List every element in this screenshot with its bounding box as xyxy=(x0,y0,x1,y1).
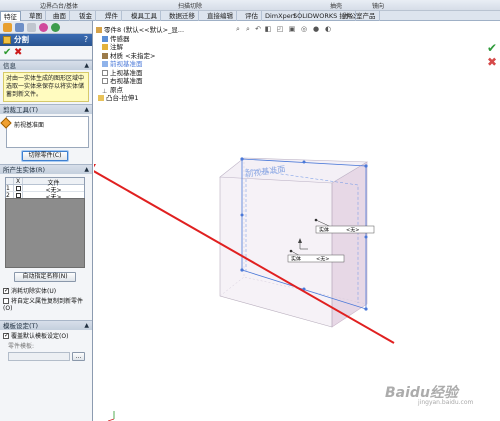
display-style-icon[interactable]: ▣ xyxy=(288,25,296,33)
tab-features[interactable]: 特征 xyxy=(0,11,21,21)
appearance-icon[interactable]: ● xyxy=(312,25,320,33)
consume-checkbox[interactable] xyxy=(3,287,9,294)
trim-tool-item[interactable]: 前视基准面 xyxy=(14,120,44,129)
cancel-button[interactable]: ✖ xyxy=(14,47,22,58)
propagate-label: 将自定义属性复制到新零件(O) xyxy=(3,298,84,312)
split-feature-icon xyxy=(3,36,11,44)
property-manager: 分割 ? ✔ ✖ 信息 ▲ 对由一实体生成的图形区域中选取一实体来保存以将实体储… xyxy=(0,21,93,421)
tab-office[interactable]: 办公室产品 xyxy=(340,11,380,21)
row-checkbox[interactable] xyxy=(15,186,21,191)
trim-tools-selection-box[interactable]: 前视基准面 xyxy=(0,116,89,148)
zoom-to-fit-icon[interactable]: ⌕ xyxy=(234,25,242,33)
tab-sheetmetal[interactable]: 钣金 xyxy=(76,11,96,21)
confirm-row: ✔ ✖ xyxy=(0,46,92,60)
table-row[interactable]: 1 <无> xyxy=(6,185,84,194)
auto-assign-name-button[interactable]: 自动指定名称(N) xyxy=(14,272,76,282)
ribbon-item-shell[interactable]: 抽壳 xyxy=(330,1,342,10)
ribbon-item-sweep-cut[interactable]: 扫描切除 xyxy=(178,1,202,10)
trim-tools-group-header[interactable]: 剪裁工具(T) ▲ xyxy=(0,104,92,114)
template-group-header[interactable]: 模板设定(T) ▲ xyxy=(0,320,92,330)
tab-data-migration[interactable]: 数据迁移 xyxy=(166,11,199,21)
tree-item-sensors[interactable]: 传感器 xyxy=(96,33,206,43)
callout-1-label: 实体 xyxy=(319,227,329,234)
consume-label: 消耗切除实体(U) xyxy=(11,288,57,295)
plane-selection-icon xyxy=(0,117,12,129)
collapse-icon[interactable]: ▲ xyxy=(84,105,89,115)
callout-2-label: 实体 xyxy=(291,256,301,263)
override-template-option[interactable]: 覆盖默认模板设定(O) xyxy=(3,332,69,340)
ok-button[interactable]: ✔ xyxy=(3,47,11,58)
message-group-title: 信息 xyxy=(3,62,16,70)
trim-tools-group-title: 剪裁工具(T) xyxy=(3,106,39,114)
tree-item-material[interactable]: 材质 <未指定> xyxy=(96,50,206,60)
tree-item-front-plane[interactable]: 前视基准面 xyxy=(96,58,206,68)
extrude-icon xyxy=(98,95,104,101)
panel-title-bar: 分割 ? xyxy=(0,34,92,46)
previous-view-icon[interactable]: ↶ xyxy=(254,25,262,33)
zoom-area-icon[interactable]: ⌕ xyxy=(244,25,252,33)
resulting-bodies-group-header[interactable]: 所产生实体(R) ▲ xyxy=(0,164,92,174)
message-box: 对由一实体生成的图形区域中选取一实体来保存以将实体储蓄到新文件。 xyxy=(3,72,89,102)
hide-show-icon[interactable]: ◎ xyxy=(300,25,308,33)
manager-tabs xyxy=(0,21,92,34)
ribbon-item-mirror[interactable]: 镜向 xyxy=(372,1,384,10)
tab-mold-tools[interactable]: 模具工具 xyxy=(128,11,161,21)
cut-part-button[interactable]: 切除零件(C) xyxy=(22,151,68,161)
property-manager-tab-icon[interactable] xyxy=(15,23,24,32)
display-manager-tab-icon[interactable] xyxy=(51,23,60,32)
propagate-properties-option[interactable]: 将自定义属性复制到新零件(O) xyxy=(3,298,91,312)
callout-1-value: <无> xyxy=(346,228,359,234)
help-icon[interactable]: ? xyxy=(84,34,88,46)
bodies-table: X 文件 1 <无> 2 <无> xyxy=(5,177,85,201)
tree-item-right-plane[interactable]: 右视基准面 xyxy=(96,75,206,85)
confirm-corner-check-icon[interactable]: ✔ xyxy=(487,41,497,55)
panel-title: 分割 xyxy=(14,35,29,44)
tree-item-origin[interactable]: ⊥ 原点 xyxy=(96,84,206,95)
right-panel-strip: ✔ ✖ xyxy=(485,21,500,101)
part-template-field[interactable] xyxy=(8,352,70,361)
configuration-manager-tab-icon[interactable] xyxy=(27,23,36,32)
tree-item-top-plane[interactable]: 上视基准面 xyxy=(96,67,206,77)
dimxpert-tab-icon[interactable] xyxy=(39,23,48,32)
feature-tree: 零件8 (默认<<默认>_显... 传感器 注解 材质 <未指定> 前视基准面 … xyxy=(96,24,206,102)
confirm-corner-cancel-icon[interactable]: ✖ xyxy=(487,55,497,69)
cube-side-face[interactable] xyxy=(331,161,368,328)
scene-icon[interactable]: ◐ xyxy=(324,25,332,33)
view-orientation-icon[interactable]: ◰ xyxy=(276,25,284,33)
callout-2-value: <无> xyxy=(316,257,329,263)
tab-surfaces[interactable]: 曲面 xyxy=(50,11,70,21)
column-header-file: 文件 xyxy=(47,180,60,187)
watermark-url: jingyan.baidu.com xyxy=(418,399,474,406)
collapse-icon[interactable]: ▲ xyxy=(84,61,89,71)
section-view-icon[interactable]: ◧ xyxy=(264,25,272,33)
ribbon-toolbar: 边界凸台/基体 扫描切除 抽壳 镜向 xyxy=(0,0,500,11)
resulting-bodies-group-title: 所产生实体(R) xyxy=(3,166,46,174)
ribbon-item-boss[interactable]: 边界凸台/基体 xyxy=(40,1,78,10)
override-template-checkbox[interactable] xyxy=(3,332,9,339)
feature-manager-tab-icon[interactable] xyxy=(3,23,12,32)
bodies-table-empty-area xyxy=(5,198,85,268)
tree-item-annotations[interactable]: 注解 xyxy=(96,41,206,51)
consume-cut-bodies-option[interactable]: 消耗切除实体(U) xyxy=(3,287,57,295)
tab-weldments[interactable]: 焊件 xyxy=(102,11,122,21)
message-group-header[interactable]: 信息 ▲ xyxy=(0,60,92,70)
column-header-x: X xyxy=(14,178,23,185)
table-header: X 文件 xyxy=(6,178,84,187)
row-file[interactable]: <无> xyxy=(23,185,84,194)
row-number: 1 xyxy=(6,185,14,192)
tree-item-extrude[interactable]: 凸台-拉伸1 xyxy=(96,92,206,102)
tree-root[interactable]: 零件8 (默认<<默认>_显... xyxy=(96,24,206,34)
part-template-label: 零件模板: xyxy=(8,343,35,350)
template-group-title: 模板设定(T) xyxy=(3,322,39,330)
coordinate-triad xyxy=(107,411,115,421)
tab-sketch[interactable]: 草图 xyxy=(26,11,46,21)
command-tab-bar: 特征 草图 曲面 钣金 焊件 模具工具 数据迁移 直接编辑 评估 DimXper… xyxy=(0,11,500,21)
propagate-checkbox[interactable] xyxy=(3,298,9,304)
tab-evaluate[interactable]: 评估 xyxy=(242,11,262,21)
override-template-label: 覆盖默认模板设定(O) xyxy=(11,333,69,340)
tab-direct-editing[interactable]: 直接编辑 xyxy=(204,11,237,21)
browse-button[interactable]: ... xyxy=(72,352,85,361)
